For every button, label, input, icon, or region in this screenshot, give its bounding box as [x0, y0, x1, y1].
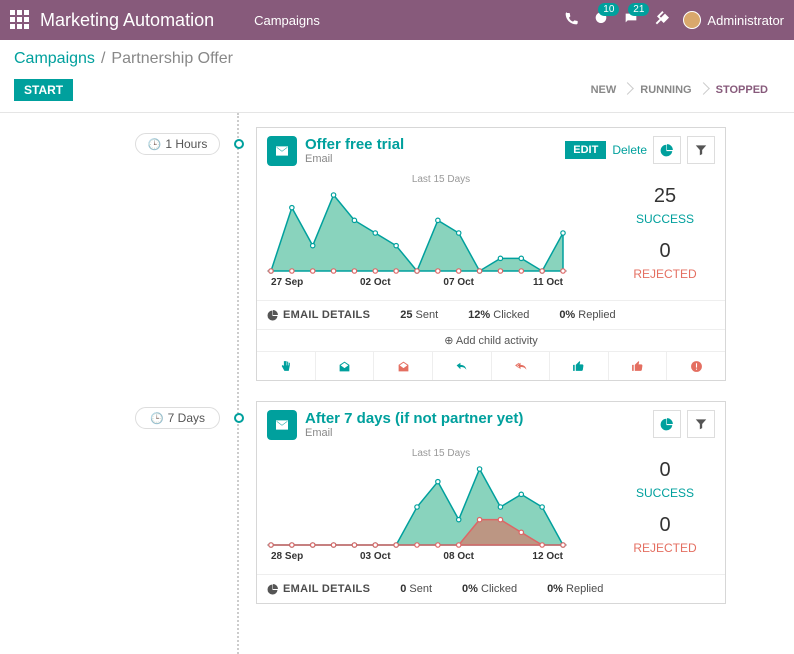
avatar: [683, 11, 701, 29]
svg-text:08 Oct: 08 Oct: [443, 551, 474, 562]
child-action-open[interactable]: [316, 352, 375, 380]
email-details-row[interactable]: EMAIL DETAILS0 Sent0% Clicked0% Replied: [257, 574, 725, 603]
rejected-label: REJECTED: [633, 541, 696, 555]
child-action-notreply[interactable]: [492, 352, 551, 380]
rejected-count: 0: [659, 514, 670, 537]
breadcrumb-campaigns[interactable]: Campaigns: [14, 50, 95, 68]
activity-row: 7 DaysAfter 7 days (if not partner yet)E…: [60, 401, 734, 604]
activities-icon[interactable]: 10: [593, 11, 609, 30]
activity-title[interactable]: Offer free trial: [305, 136, 404, 153]
svg-text:28 Sep: 28 Sep: [271, 551, 303, 562]
success-count: 0: [659, 459, 670, 482]
breadcrumb: Campaigns / Partnership Offer: [0, 40, 794, 72]
activity-card: Offer free trialEmail EDIT Delete Last 15 D…: [256, 127, 726, 381]
rejected-label: REJECTED: [633, 267, 696, 281]
timeline-dot: [234, 413, 244, 423]
activities-badge: 10: [598, 3, 619, 16]
chart-caption: Last 15 Days: [267, 174, 615, 185]
child-action-notopen[interactable]: [374, 352, 433, 380]
discuss-icon[interactable]: 21: [623, 11, 639, 30]
graph-view-icon[interactable]: [653, 136, 681, 164]
stage-stopped[interactable]: STOPPED: [704, 78, 780, 102]
add-child-activity[interactable]: Add child activity: [257, 329, 725, 351]
filter-icon[interactable]: [687, 410, 715, 438]
activity-row: 1 Hours Offer free trialEmail EDIT Delete La…: [60, 127, 734, 381]
stage-running[interactable]: RUNNING: [628, 78, 703, 102]
rejected-count: 0: [659, 240, 670, 263]
statusbar: START NEW RUNNING STOPPED: [0, 72, 794, 113]
child-action-activity[interactable]: [257, 352, 316, 380]
topbar: Marketing Automation Campaigns 10 21 Adm…: [0, 0, 794, 40]
timeline-dot: [234, 139, 244, 149]
email-details-row[interactable]: EMAIL DETAILS25 Sent12% Clicked0% Replie…: [257, 300, 725, 329]
delay-pill[interactable]: 1 Hours: [135, 133, 220, 155]
app-title: Marketing Automation: [40, 10, 214, 31]
svg-text:12 Oct: 12 Oct: [532, 551, 563, 562]
delay-pill[interactable]: 7 Days: [135, 407, 220, 429]
apps-switcher-icon[interactable]: [10, 10, 30, 30]
start-button[interactable]: START: [14, 79, 73, 101]
child-action-click[interactable]: [550, 352, 609, 380]
activity-channel: Email: [305, 427, 523, 439]
status-stages: NEW RUNNING STOPPED: [579, 78, 780, 102]
tools-icon[interactable]: [653, 11, 669, 30]
breadcrumb-sep: /: [101, 50, 105, 68]
filter-icon[interactable]: [687, 136, 715, 164]
activity-chart: 27 Sep 02 Oct 07 Oct 11 Oct: [267, 185, 567, 289]
username: Administrator: [707, 13, 784, 28]
success-label: SUCCESS: [636, 212, 694, 226]
stage-new[interactable]: NEW: [579, 78, 629, 102]
clock-icon: [148, 137, 162, 151]
svg-text:27 Sep: 27 Sep: [271, 277, 303, 288]
menu-campaigns[interactable]: Campaigns: [254, 13, 320, 28]
email-icon: [267, 136, 297, 166]
email-icon: [267, 410, 297, 440]
child-action-reply[interactable]: [433, 352, 492, 380]
success-count: 25: [654, 185, 676, 208]
activity-title[interactable]: After 7 days (if not partner yet): [305, 410, 523, 427]
activity-chart: 28 Sep 03 Oct 08 Oct 12 Oct: [267, 459, 567, 563]
activity-channel: Email: [305, 153, 404, 165]
breadcrumb-current: Partnership Offer: [111, 50, 233, 68]
child-action-notclick[interactable]: [609, 352, 668, 380]
child-action-bounce[interactable]: [667, 352, 725, 380]
timeline-axis: [237, 113, 239, 654]
graph-view-icon[interactable]: [653, 410, 681, 438]
activity-card: After 7 days (if not partner yet)Email La…: [256, 401, 726, 604]
clock-icon: [150, 411, 164, 425]
timeline: 1 HoursOffer free trialEmailEDITDeleteLa…: [0, 113, 794, 654]
svg-text:11 Oct: 11 Oct: [533, 277, 564, 288]
edit-button[interactable]: EDIT: [565, 141, 606, 159]
user-menu[interactable]: Administrator: [683, 11, 784, 29]
svg-text:03 Oct: 03 Oct: [360, 551, 391, 562]
delete-link[interactable]: Delete: [612, 143, 647, 157]
svg-text:02 Oct: 02 Oct: [360, 277, 391, 288]
discuss-badge: 21: [628, 3, 649, 16]
chart-caption: Last 15 Days: [267, 448, 615, 459]
phone-icon[interactable]: [563, 11, 579, 30]
success-label: SUCCESS: [636, 486, 694, 500]
svg-text:07 Oct: 07 Oct: [443, 277, 474, 288]
